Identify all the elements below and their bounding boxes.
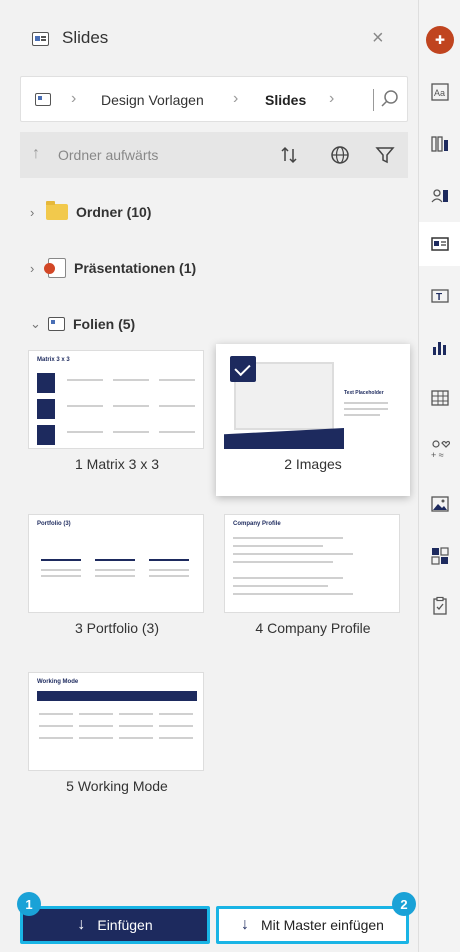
text-styles-icon[interactable]: Aa: [419, 70, 460, 114]
tree-label: Folien (5): [73, 316, 136, 332]
slide-label: 3 Portfolio (3): [74, 620, 160, 636]
thumb-title: Company Profile: [233, 521, 281, 527]
chevron-right-icon: ›: [30, 204, 35, 220]
slide-label: 1 Matrix 3 x 3: [74, 456, 160, 472]
layout-icon[interactable]: [419, 534, 460, 578]
tree-item-presentations[interactable]: › Präsentationen (1): [30, 256, 196, 280]
table-icon[interactable]: [419, 376, 460, 420]
slide-label: 5 Working Mode: [66, 778, 168, 794]
breadcrumb-item-slides[interactable]: Slides: [265, 92, 306, 108]
slide-card[interactable]: Matrix 3 x 3 1 Matrix 3 x 3: [20, 344, 214, 478]
tree-label: Präsentationen (1): [74, 260, 197, 276]
text-box-icon[interactable]: T: [419, 274, 460, 318]
thumb-title: Matrix 3 x 3: [37, 357, 70, 363]
close-icon[interactable]: ×: [372, 28, 384, 48]
chart-icon[interactable]: [419, 326, 460, 370]
panel-title: Slides: [62, 28, 109, 47]
insert-master-label: Mit Master einfügen: [261, 917, 384, 933]
svg-text:+ ≈: + ≈: [431, 450, 444, 460]
globe-icon[interactable]: [329, 144, 351, 166]
symbols-icon[interactable]: + ≈: [419, 428, 460, 472]
chevron-right-icon: ›: [233, 90, 239, 107]
panel-header: Slides ×: [0, 0, 418, 72]
svg-text:Aa: Aa: [434, 88, 445, 98]
people-icon[interactable]: [419, 174, 460, 218]
checklist-icon[interactable]: [419, 584, 460, 628]
slide-thumbnail: Company Profile: [224, 514, 400, 613]
insert-master-icon: ↓: [241, 916, 250, 933]
chevron-right-icon: ›: [329, 90, 335, 107]
tree-item-folders[interactable]: › Ordner (10): [30, 200, 151, 224]
slide-thumbnail: Portfolio (3): [28, 514, 204, 613]
svg-text:T: T: [436, 292, 442, 303]
slide-card[interactable]: Company Profile 4 Company Profile: [216, 508, 410, 642]
slides-panel: Slides × › Design Vorlagen › Slides › ↑ …: [0, 0, 418, 952]
slide-card[interactable]: Portfolio (3) 3 Portfolio (3): [20, 508, 214, 642]
arrow-up-icon[interactable]: ↑: [32, 145, 40, 163]
arrow-down-icon: ↓: [77, 916, 86, 933]
sort-icon[interactable]: [278, 144, 300, 166]
slide-thumbnail: Working Mode: [28, 672, 204, 771]
powerpoint-icon: [44, 258, 66, 278]
folder-icon: [46, 201, 68, 220]
thumb-title: Working Mode: [37, 679, 79, 685]
slide-card-selected[interactable]: Text Placeholder 2 Images: [216, 344, 410, 496]
insert-button-label: Einfügen: [97, 917, 153, 933]
chevron-down-icon: ⌄: [30, 316, 41, 331]
colors-icon[interactable]: [419, 122, 460, 166]
image-icon[interactable]: [419, 482, 460, 526]
logo-icon[interactable]: ✚: [419, 18, 460, 62]
slide-card[interactable]: Working Mode 5 Working Mode: [20, 666, 214, 800]
slides-icon: [32, 32, 49, 46]
tree-label: Ordner (10): [76, 204, 152, 220]
slide-label: 2 Images: [284, 456, 342, 472]
folder-up-button[interactable]: Ordner aufwärts: [58, 147, 158, 163]
thumb-title: Text Placeholder: [344, 390, 384, 396]
slide-label: 4 Company Profile: [255, 620, 371, 636]
chevron-right-icon: ›: [71, 90, 77, 107]
chevron-right-icon: ›: [30, 260, 35, 276]
right-toolbar: ✚ Aa T + ≈: [418, 0, 460, 952]
toolbar: ↑ Ordner aufwärts: [20, 132, 408, 178]
insert-button[interactable]: ↓ Einfügen: [20, 906, 210, 944]
step-badge-2: 2: [392, 892, 416, 916]
insert-with-master-button[interactable]: ↓ Mit Master einfügen: [216, 906, 409, 944]
tree-item-slides[interactable]: ⌄ Folien (5): [30, 312, 135, 336]
slides-icon[interactable]: [419, 222, 460, 266]
divider: [373, 89, 374, 111]
thumb-title: Portfolio (3): [37, 521, 71, 527]
filter-icon[interactable]: [374, 144, 396, 166]
breadcrumb-item-design-vorlagen[interactable]: Design Vorlagen: [101, 92, 204, 108]
search-icon[interactable]: [380, 89, 400, 109]
slides-icon[interactable]: [35, 93, 51, 106]
breadcrumb: › Design Vorlagen › Slides ›: [20, 76, 408, 122]
step-badge-1: 1: [17, 892, 41, 916]
slide-thumbnail: Matrix 3 x 3: [28, 350, 204, 449]
checkbox-checked-icon[interactable]: [230, 356, 256, 382]
slides-icon: [48, 317, 65, 331]
